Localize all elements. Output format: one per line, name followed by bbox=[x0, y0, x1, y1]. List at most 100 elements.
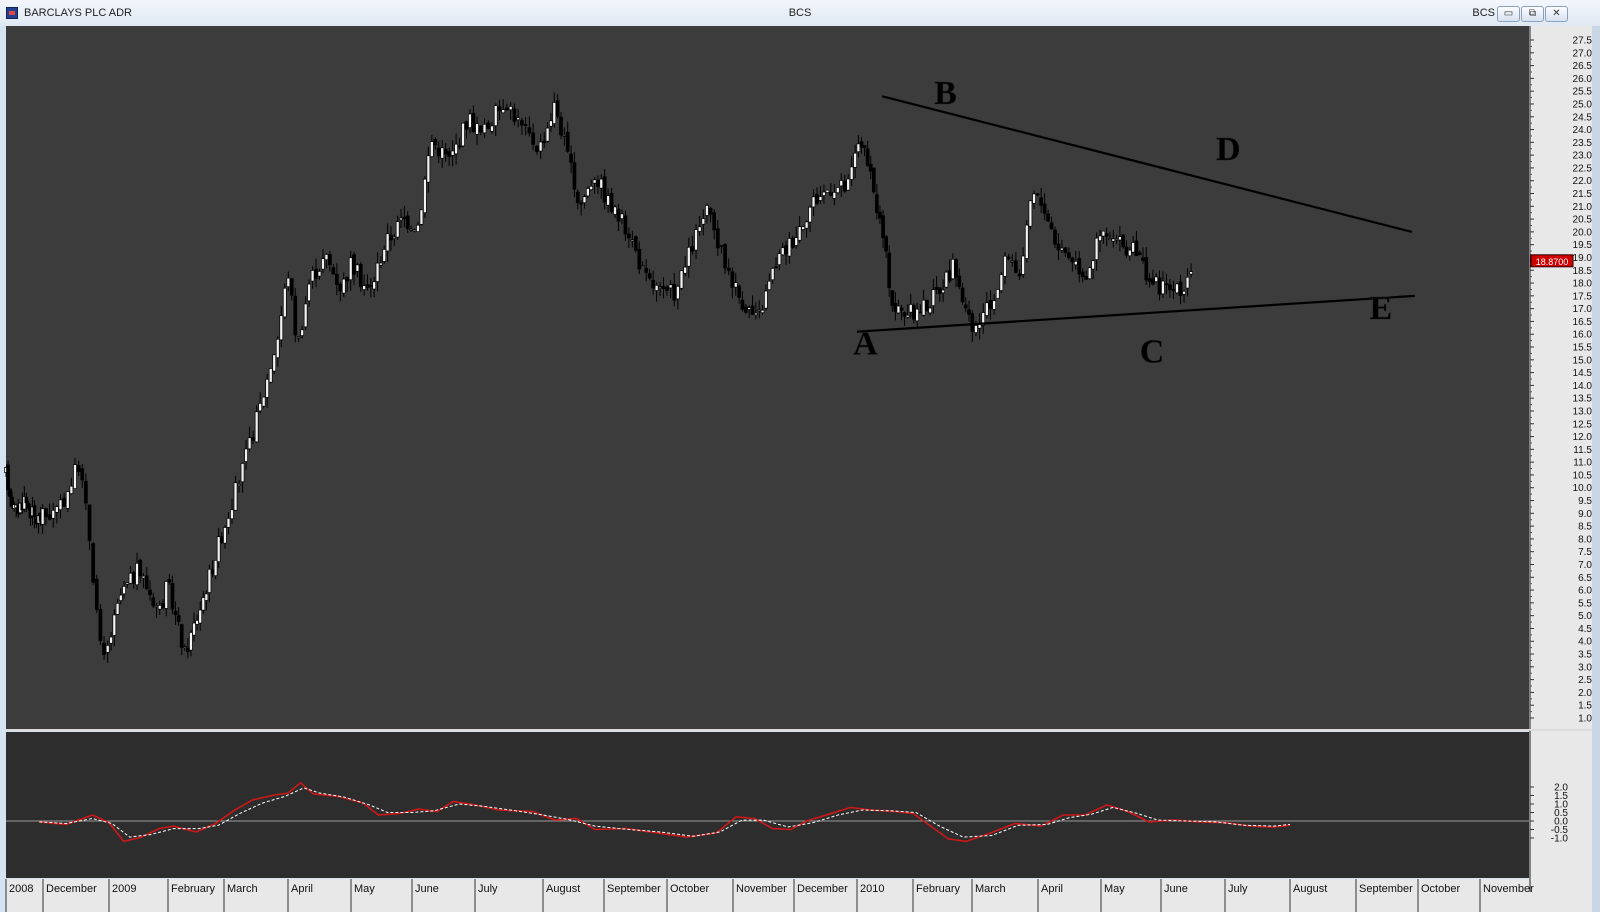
candle-body bbox=[853, 152, 857, 168]
candle-body bbox=[865, 148, 870, 166]
candle-body bbox=[606, 195, 610, 206]
candle-body bbox=[559, 116, 563, 136]
price-tick-label: 24.0 bbox=[1573, 125, 1593, 136]
chart-area[interactable]: 1.0 1.5 2.0 2.5 3.03.5 4.0 4.5 5.0 5.56.0 6.5 7.0 7… bbox=[0, 26, 1600, 912]
price-tick-label: 15.5 bbox=[1573, 343, 1593, 354]
candle-body bbox=[902, 312, 907, 317]
price-tick-label: 20.5 bbox=[1573, 215, 1593, 226]
candle-body bbox=[1024, 224, 1029, 259]
candle-body bbox=[527, 127, 532, 134]
candle-body bbox=[970, 313, 975, 332]
candle-body bbox=[784, 245, 788, 255]
candle-body bbox=[1164, 283, 1169, 286]
candle-body bbox=[216, 536, 221, 563]
candle-body bbox=[454, 143, 458, 155]
candle-body bbox=[967, 309, 971, 315]
candle-body bbox=[1014, 260, 1018, 273]
time-tick-label: October bbox=[1421, 883, 1460, 895]
candle-body bbox=[1171, 288, 1176, 292]
candle-body bbox=[490, 125, 494, 132]
candle-body bbox=[189, 632, 193, 651]
candle-body bbox=[293, 295, 298, 336]
candle-body bbox=[676, 285, 680, 300]
candle-body bbox=[609, 192, 614, 212]
app-icon[interactable] bbox=[6, 7, 18, 19]
price-tick-label: 16.5 bbox=[1573, 317, 1593, 328]
candle-body bbox=[1028, 200, 1033, 227]
candle-body bbox=[352, 254, 356, 275]
time-tick-label: September bbox=[607, 883, 661, 895]
candle-body bbox=[436, 147, 441, 157]
candle-body bbox=[686, 246, 691, 267]
price-tick-label: 1.0 bbox=[1578, 714, 1592, 725]
candle-body bbox=[672, 283, 677, 301]
candle-body bbox=[1010, 260, 1015, 263]
time-tick-label: April bbox=[1041, 883, 1063, 895]
candle-body bbox=[213, 560, 218, 577]
candle-body bbox=[443, 148, 448, 155]
candle-body bbox=[1042, 203, 1047, 214]
time-tick-label: June bbox=[1164, 883, 1188, 895]
candle-body bbox=[538, 141, 543, 152]
candle-body bbox=[572, 162, 577, 190]
price-tick-label: 26.5 bbox=[1573, 61, 1593, 72]
candle-body bbox=[482, 123, 487, 134]
candle-body bbox=[109, 636, 113, 644]
candle-body bbox=[1168, 284, 1172, 291]
price-tick-label: 23.0 bbox=[1573, 151, 1593, 162]
price-tick-label: 7.0 bbox=[1578, 560, 1592, 571]
candle-body bbox=[1006, 256, 1011, 260]
candle-body bbox=[1114, 238, 1119, 241]
candle-body bbox=[198, 609, 203, 624]
candle-body bbox=[921, 299, 926, 316]
candle-body bbox=[599, 178, 604, 189]
candle-body bbox=[549, 120, 553, 127]
candle-body bbox=[389, 234, 393, 241]
candle-body bbox=[314, 268, 318, 279]
price-tick-label: 26.0 bbox=[1573, 74, 1593, 85]
candle-body bbox=[1063, 247, 1068, 253]
candle-body bbox=[839, 180, 844, 187]
candle-body bbox=[842, 180, 847, 192]
candle-body bbox=[620, 213, 624, 219]
candle-body bbox=[192, 622, 196, 636]
price-tick-label: 20.0 bbox=[1573, 227, 1593, 238]
candle-body bbox=[988, 299, 993, 309]
candle-body bbox=[730, 271, 735, 288]
candle-body bbox=[1101, 230, 1106, 237]
candle-body bbox=[268, 368, 273, 383]
candle-body bbox=[1137, 252, 1142, 256]
close-button[interactable]: ✕ bbox=[1545, 6, 1568, 22]
candle-body bbox=[912, 305, 916, 320]
candle-body bbox=[654, 285, 659, 291]
candle-body bbox=[182, 646, 187, 648]
candle-body bbox=[328, 253, 332, 266]
candle-body bbox=[818, 196, 823, 201]
candle-body bbox=[493, 105, 498, 127]
candle-body bbox=[321, 258, 325, 270]
candle-body bbox=[161, 602, 165, 608]
restore-button[interactable]: ⧉ bbox=[1521, 6, 1544, 22]
candle-body bbox=[931, 289, 936, 306]
time-tick-label: 2010 bbox=[860, 883, 884, 895]
candle-body bbox=[1080, 271, 1085, 278]
candle-body bbox=[412, 229, 417, 232]
candle-body bbox=[757, 309, 762, 312]
time-tick-label: March bbox=[975, 883, 1006, 895]
window-symbol: BCS bbox=[788, 7, 812, 19]
candle-body bbox=[871, 167, 876, 193]
candle-body bbox=[80, 468, 85, 481]
candle-body bbox=[947, 270, 952, 282]
candle-body bbox=[1021, 255, 1026, 275]
candle-body bbox=[419, 209, 424, 225]
candle-body bbox=[811, 196, 816, 208]
candle-body bbox=[535, 145, 539, 152]
candle-body bbox=[937, 287, 942, 294]
candle-body bbox=[697, 226, 702, 232]
candle-body bbox=[640, 265, 645, 267]
price-tick-label: 13.0 bbox=[1573, 406, 1593, 417]
minimize-button[interactable]: ▭ bbox=[1497, 6, 1520, 22]
candle-body bbox=[195, 620, 199, 625]
candle-body bbox=[780, 247, 785, 256]
osc-tick-label: 2.0 bbox=[1554, 783, 1568, 794]
